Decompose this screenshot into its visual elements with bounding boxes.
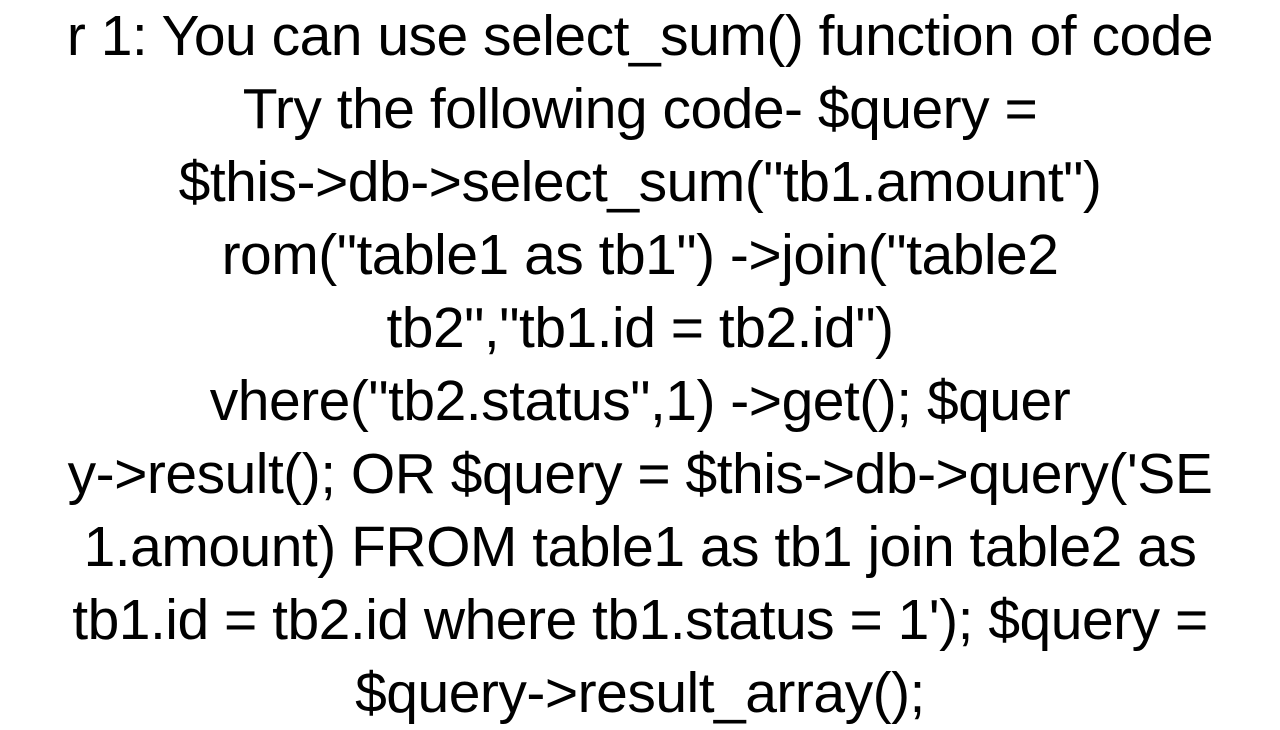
text-line-7: y->result(); OR $query = $this->db->quer… — [0, 438, 1280, 511]
text-line-1: r 1: You can use select_sum() function o… — [0, 0, 1280, 73]
code-text-block: r 1: You can use select_sum() function o… — [0, 0, 1280, 730]
text-line-3: $this->db->select_sum("tb1.amount") — [0, 146, 1280, 219]
text-line-6: vhere("tb2.status",1) ->get(); $quer — [0, 365, 1280, 438]
text-line-8: 1.amount) FROM table1 as tb1 join table2… — [0, 511, 1280, 584]
text-line-10: $query->result_array(); — [0, 657, 1280, 730]
text-line-9: tb1.id = tb2.id where tb1.status = 1'); … — [0, 584, 1280, 657]
text-line-2: Try the following code- $query = — [0, 73, 1280, 146]
text-line-4: rom("table1 as tb1") ->join("table2 — [0, 219, 1280, 292]
text-line-5: tb2","tb1.id = tb2.id") — [0, 292, 1280, 365]
